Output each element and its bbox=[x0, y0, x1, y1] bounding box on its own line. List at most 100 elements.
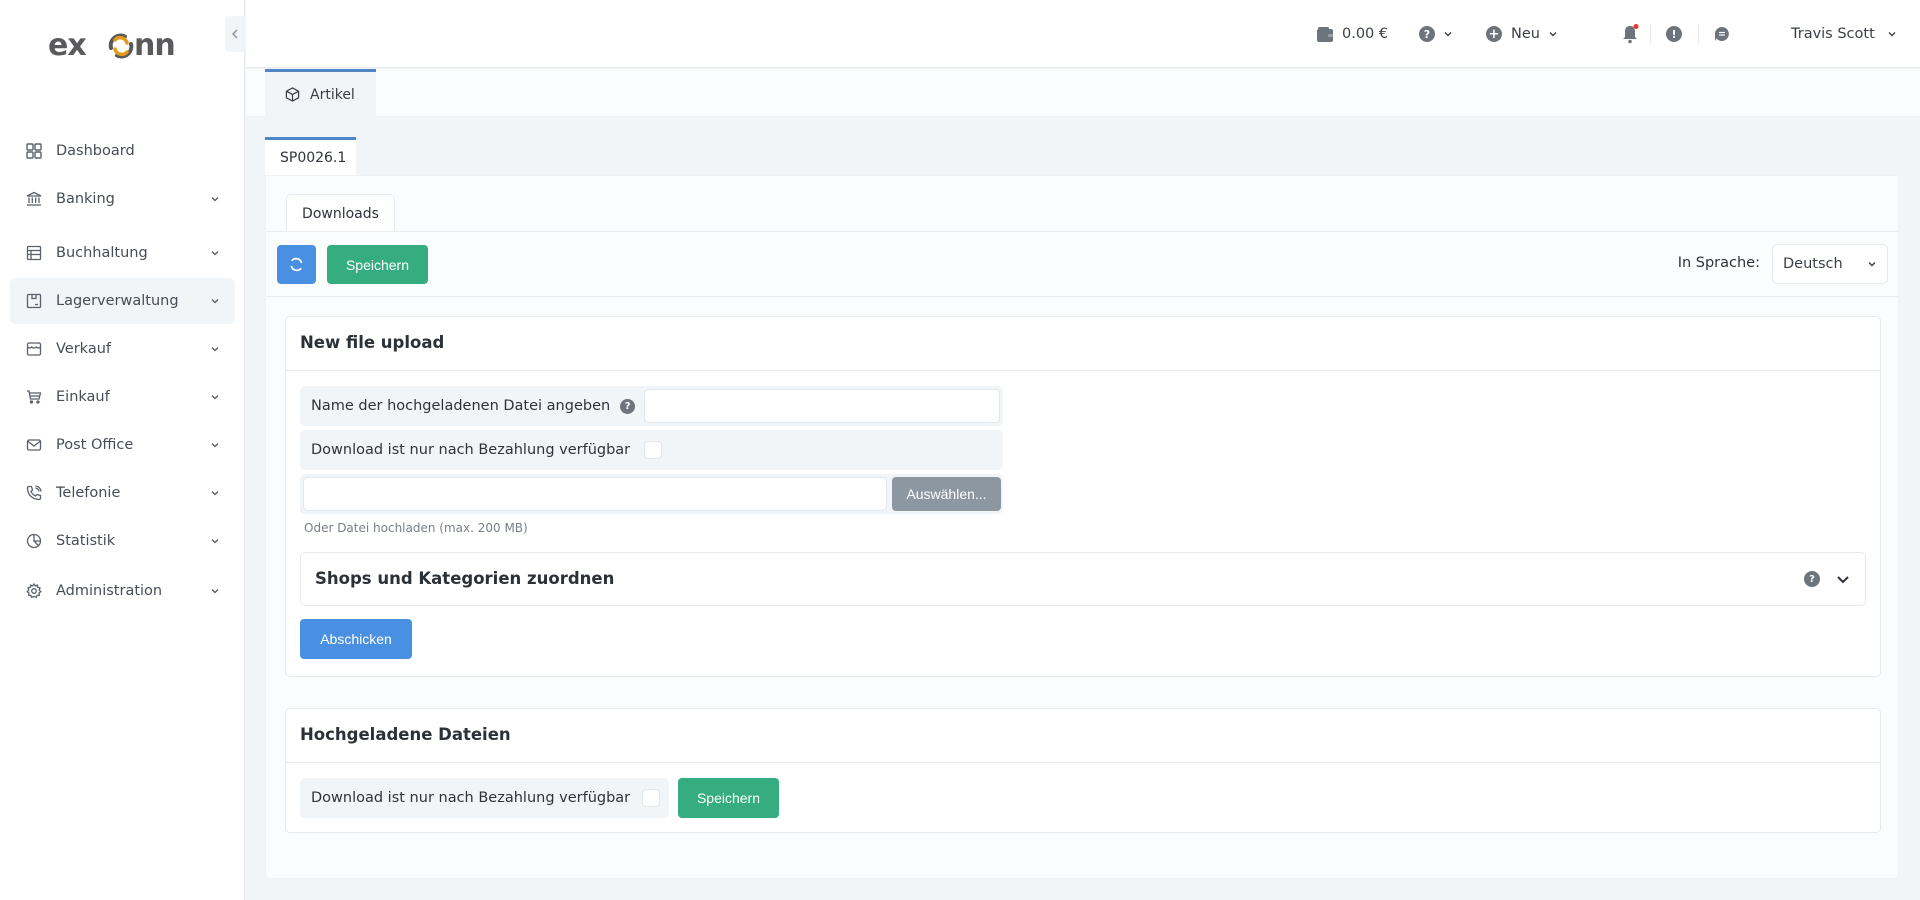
tab-label: SP0026.1 bbox=[280, 149, 347, 166]
tab-label: Artikel bbox=[310, 86, 355, 103]
article-panel: Downloads Speichern In Sprache: Deutsch … bbox=[265, 175, 1899, 879]
sidebar-item-post-office[interactable]: Post Office bbox=[10, 422, 235, 468]
chevron-down-icon bbox=[1444, 32, 1452, 37]
language-value: Deutsch bbox=[1783, 256, 1843, 272]
file-chooser-row: Auswählen... bbox=[300, 474, 1003, 514]
separator bbox=[1698, 24, 1699, 44]
sidebar-item-dashboard[interactable]: Dashboard bbox=[10, 128, 235, 174]
shops-categories-accordion[interactable]: Shops und Kategorien zuordnen ? bbox=[300, 552, 1866, 606]
pie-chart-icon bbox=[24, 531, 44, 551]
file-name-row: Name der hochgeladenen Datei angeben ? bbox=[300, 386, 1003, 426]
chevron-down-icon bbox=[1868, 262, 1876, 267]
chevron-down-icon bbox=[211, 589, 219, 594]
question-circle-icon[interactable]: ? bbox=[1804, 571, 1820, 587]
chevron-down-icon bbox=[211, 491, 219, 496]
separator bbox=[1650, 24, 1651, 44]
paid-only-row: Download ist nur nach Bezahlung verfügba… bbox=[300, 430, 1003, 470]
sidebar-item-lagerverwaltung[interactable]: Lagerverwaltung bbox=[10, 278, 235, 324]
sidebar-item-label: Banking bbox=[56, 191, 115, 207]
paid-only-label: Download ist nur nach Bezahlung verfügba… bbox=[311, 442, 631, 458]
bank-icon bbox=[24, 189, 44, 209]
question-circle-icon[interactable]: ? bbox=[620, 398, 636, 414]
upload-hint: Oder Datei hochladen (max. 200 MB) bbox=[304, 521, 528, 535]
sidebar-item-administration[interactable]: Administration bbox=[10, 568, 235, 614]
divider bbox=[266, 231, 1898, 232]
svg-text:ex: ex bbox=[48, 28, 86, 63]
uploaded-files-card: Hochgeladene Dateien Download ist nur na… bbox=[285, 708, 1881, 833]
card-title: New file upload bbox=[300, 333, 445, 352]
new-file-upload-card: New file upload Name der hochgeladenen D… bbox=[285, 316, 1881, 677]
sidebar-item-label: Telefonie bbox=[56, 485, 121, 501]
sidebar-item-label: Administration bbox=[56, 583, 163, 599]
main-tab-strip: Artikel bbox=[246, 69, 1920, 117]
accordion-title: Shops und Kategorien zuordnen bbox=[315, 569, 615, 588]
exonn-logo[interactable]: ex nn bbox=[48, 28, 198, 64]
user-menu[interactable]: Travis Scott bbox=[1791, 22, 1897, 46]
sidebar-item-banking[interactable]: Banking bbox=[10, 176, 235, 222]
alerts-button[interactable]: ! bbox=[1666, 22, 1682, 46]
tab-artikel[interactable]: Artikel bbox=[265, 69, 376, 117]
exclamation-circle-icon: ! bbox=[1666, 26, 1682, 42]
divider bbox=[266, 296, 1898, 297]
cart-icon bbox=[24, 387, 44, 407]
sidebar-item-einkauf[interactable]: Einkauf bbox=[10, 374, 235, 420]
phone-icon bbox=[24, 483, 44, 503]
chat-icon bbox=[1715, 27, 1729, 41]
sidebar-collapse-button[interactable] bbox=[225, 16, 245, 52]
chevron-down-icon bbox=[211, 251, 219, 256]
warehouse-box-icon bbox=[24, 291, 44, 311]
sidebar: ex nn Dashboard Banking Buchhaltung Lage… bbox=[0, 0, 245, 900]
choose-file-button[interactable]: Auswählen... bbox=[892, 477, 1001, 511]
tab-downloads[interactable]: Downloads bbox=[286, 194, 395, 232]
grid-icon bbox=[24, 141, 44, 161]
chevron-down-icon bbox=[211, 347, 219, 352]
plus-circle-icon: + bbox=[1486, 26, 1502, 42]
cube-icon bbox=[285, 87, 300, 102]
messages-button[interactable] bbox=[1714, 22, 1730, 46]
balance-amount: 0.00 € bbox=[1342, 26, 1389, 42]
refresh-icon bbox=[290, 257, 303, 272]
file-path-input[interactable] bbox=[303, 477, 887, 511]
sidebar-item-verkauf[interactable]: Verkauf bbox=[10, 326, 235, 372]
chevron-down-icon bbox=[211, 395, 219, 400]
ledger-icon bbox=[24, 243, 44, 263]
gear-icon bbox=[24, 581, 44, 601]
sidebar-item-buchhaltung[interactable]: Buchhaltung bbox=[10, 230, 235, 276]
chevron-down-icon bbox=[211, 539, 219, 544]
paid-only-checkbox[interactable] bbox=[644, 441, 662, 459]
file-name-input[interactable] bbox=[644, 389, 1000, 423]
sidebar-item-statistik[interactable]: Statistik bbox=[10, 518, 235, 564]
user-name: Travis Scott bbox=[1791, 26, 1875, 42]
submit-button[interactable]: Abschicken bbox=[300, 619, 412, 659]
sidebar-item-label: Dashboard bbox=[56, 143, 135, 159]
notification-badge bbox=[1633, 24, 1639, 29]
svg-text:nn: nn bbox=[134, 28, 175, 63]
card-title: Hochgeladene Dateien bbox=[300, 725, 511, 744]
sidebar-item-label: Statistik bbox=[56, 533, 116, 549]
new-label: Neu bbox=[1511, 26, 1540, 42]
language-label: In Sprache: bbox=[1677, 255, 1760, 271]
save-button[interactable]: Speichern bbox=[327, 245, 428, 284]
sidebar-item-label: Einkauf bbox=[56, 389, 110, 405]
new-dropdown[interactable]: + Neu bbox=[1486, 22, 1558, 46]
uploaded-save-button[interactable]: Speichern bbox=[678, 778, 779, 818]
logo-icon: ex nn bbox=[48, 28, 176, 63]
uploaded-paid-only-checkbox[interactable] bbox=[642, 789, 660, 807]
chevron-down-icon bbox=[211, 197, 219, 202]
tab-sp0026-1[interactable]: SP0026.1 bbox=[265, 137, 356, 175]
language-select[interactable]: Deutsch bbox=[1772, 244, 1888, 284]
refresh-button[interactable] bbox=[277, 245, 316, 284]
file-name-label: Name der hochgeladenen Datei angeben bbox=[311, 398, 611, 414]
chevron-down-icon bbox=[211, 299, 219, 304]
chevron-down-icon bbox=[1837, 576, 1849, 584]
notifications-button[interactable] bbox=[1621, 22, 1639, 46]
wallet-balance[interactable]: 0.00 € bbox=[1317, 22, 1388, 46]
help-dropdown[interactable]: ? bbox=[1419, 22, 1453, 46]
divider bbox=[286, 762, 1880, 763]
sidebar-item-telefonie[interactable]: Telefonie bbox=[10, 470, 235, 516]
wallet-icon bbox=[1317, 26, 1333, 42]
chevron-down-icon bbox=[1549, 32, 1557, 37]
top-bar: 0.00 € ? + Neu ! Travis Scott bbox=[246, 0, 1920, 68]
sidebar-item-label: Post Office bbox=[56, 437, 134, 453]
chevron-down-icon bbox=[211, 443, 219, 448]
